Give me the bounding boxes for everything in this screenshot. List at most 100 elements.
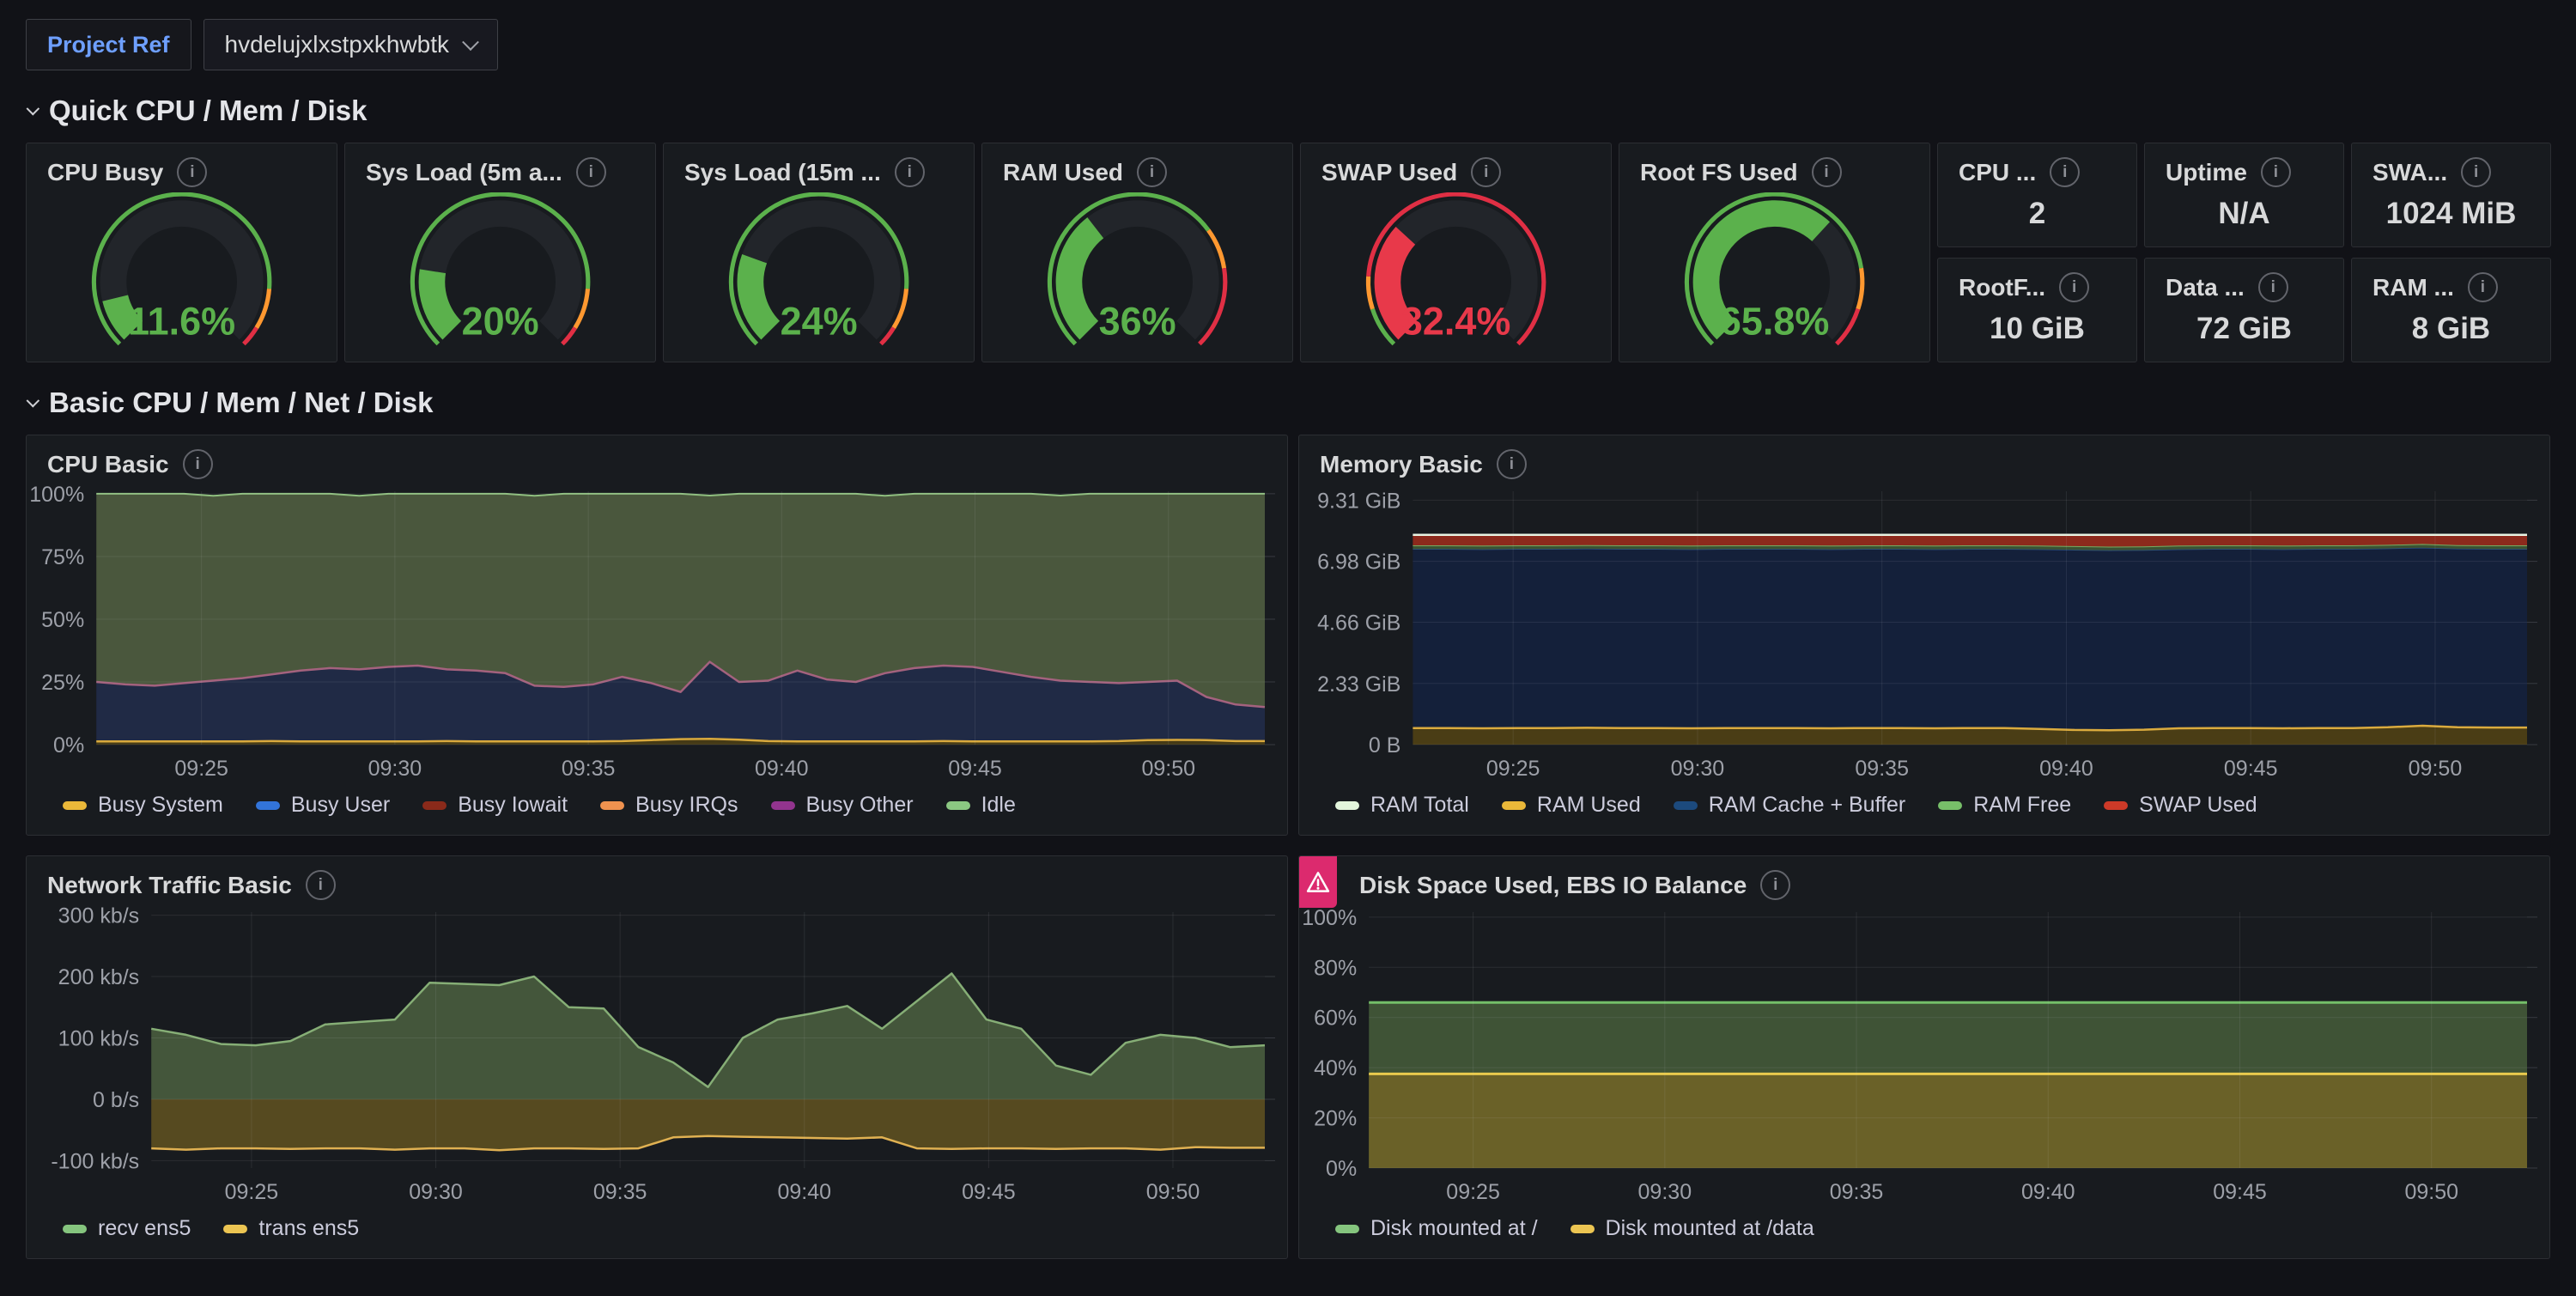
info-icon[interactable]: i: [1760, 870, 1790, 900]
info-icon[interactable]: i: [2261, 157, 2291, 187]
svg-text:200 kb/s: 200 kb/s: [58, 965, 140, 989]
legend-item-busy-iowait[interactable]: Busy Iowait: [422, 793, 568, 818]
legend-label: Busy Other: [806, 793, 914, 818]
legend-swatch: [1335, 801, 1359, 810]
svg-text:09:40: 09:40: [755, 757, 809, 781]
svg-text:100%: 100%: [1302, 906, 1357, 930]
svg-text:9.31 GiB: 9.31 GiB: [1317, 489, 1400, 513]
warning-triangle-icon: [1305, 869, 1331, 895]
chevron-down-icon: [462, 33, 479, 51]
panel-title-ram-used[interactable]: RAM Used: [1003, 159, 1123, 186]
info-icon[interactable]: i: [1471, 157, 1501, 187]
legend-item-idle[interactable]: Idle: [946, 793, 1016, 818]
panel-title-uptime[interactable]: Uptime: [2166, 159, 2247, 186]
panel-header: RAM ... i: [2352, 259, 2550, 302]
svg-text:6.98 GiB: 6.98 GiB: [1317, 551, 1400, 575]
legend-item-busy-user[interactable]: Busy User: [256, 793, 390, 818]
legend-item-disk-mounted-at[interactable]: Disk mounted at /: [1335, 1216, 1538, 1241]
alert-icon[interactable]: [1299, 856, 1337, 908]
stat-panel-rootf: RootF...i10 GiB: [1937, 258, 2137, 362]
panel-title-ram[interactable]: RAM ...: [2372, 274, 2454, 301]
svg-text:09:30: 09:30: [409, 1180, 463, 1204]
gauge-panel-swap-used: SWAP Used i 32.4%: [1300, 143, 1612, 362]
stat-value-ram: 8 GiB: [2352, 302, 2550, 362]
info-icon[interactable]: i: [1812, 157, 1842, 187]
panel-title-disk-space-used-ebs-io-balance[interactable]: Disk Space Used, EBS IO Balance: [1359, 872, 1747, 899]
panel-header: Sys Load (5m a... i: [345, 143, 655, 187]
topbar: Project Ref hvdelujxlxstpxkhwbtk: [0, 0, 2576, 70]
legend-item-ram-total[interactable]: RAM Total: [1335, 793, 1469, 818]
legend-item-swap-used[interactable]: SWAP Used: [2104, 793, 2257, 818]
chart-area-disk[interactable]: 0%20%40%60%80%100%09:2509:3009:3509:4009…: [1299, 900, 2549, 1209]
svg-text:32.4%: 32.4%: [1401, 300, 1510, 344]
chart-area-network[interactable]: -100 kb/s0 b/s100 kb/s200 kb/s300 kb/s09…: [27, 900, 1287, 1209]
panel-title-cpu-basic[interactable]: CPU Basic: [47, 451, 169, 478]
svg-text:0 b/s: 0 b/s: [93, 1088, 139, 1112]
chart-area-cpu[interactable]: 0%25%50%75%100%09:2509:3009:3509:4009:45…: [27, 479, 1287, 786]
instance-dropdown[interactable]: hvdelujxlxstpxkhwbtk: [204, 19, 498, 70]
legend-item-busy-system[interactable]: Busy System: [63, 793, 223, 818]
svg-text:36%: 36%: [1099, 300, 1176, 344]
stat-column: CPU ...i2RootF...i10 GiB: [1937, 143, 2137, 362]
info-icon[interactable]: i: [2050, 157, 2080, 187]
info-icon[interactable]: i: [2059, 272, 2089, 302]
gauge-row: CPU Busyi11.6%Sys Load (5m a...i20%Sys L…: [26, 143, 2551, 362]
stat-panel-data: Data ...i72 GiB: [2144, 258, 2344, 362]
charts-grid: CPU Basici0%25%50%75%100%09:2509:3009:35…: [26, 435, 2550, 1259]
info-icon[interactable]: i: [183, 449, 213, 479]
svg-text:0%: 0%: [1326, 1157, 1357, 1181]
section-header-basic-cpu-mem-net-disk[interactable]: Basic CPU / Mem / Net / Disk: [26, 386, 2576, 419]
panel-title-root-fs-used[interactable]: Root FS Used: [1640, 159, 1798, 186]
legend-item-disk-mounted-at-data[interactable]: Disk mounted at /data: [1571, 1216, 1814, 1241]
stat-panel-swa: SWA...i1024 MiB: [2351, 143, 2551, 247]
info-icon[interactable]: i: [1497, 449, 1527, 479]
legend-item-busy-other[interactable]: Busy Other: [771, 793, 914, 818]
svg-text:09:40: 09:40: [2039, 757, 2093, 781]
svg-text:65.8%: 65.8%: [1720, 300, 1829, 344]
svg-text:75%: 75%: [41, 545, 84, 569]
info-icon[interactable]: i: [1137, 157, 1167, 187]
legend-item-ram-free[interactable]: RAM Free: [1938, 793, 2071, 818]
panel-title-swa[interactable]: SWA...: [2372, 159, 2447, 186]
panel-header: Disk Space Used, EBS IO Balance i: [1299, 856, 2549, 900]
svg-text:40%: 40%: [1314, 1056, 1357, 1080]
info-icon[interactable]: i: [306, 870, 336, 900]
legend-item-ram-cache-buffer[interactable]: RAM Cache + Buffer: [1674, 793, 1906, 818]
gauge-panel-sys-load-15m: Sys Load (15m ... i 24%: [663, 143, 975, 362]
info-icon[interactable]: i: [2258, 272, 2288, 302]
chart-area-memory[interactable]: 0 B2.33 GiB4.66 GiB6.98 GiB9.31 GiB09:25…: [1299, 479, 2549, 786]
svg-text:09:30: 09:30: [1638, 1180, 1692, 1204]
info-icon[interactable]: i: [895, 157, 925, 187]
gauge-panel-ram-used: RAM Used i 36%: [981, 143, 1293, 362]
legend-swatch: [223, 1225, 247, 1233]
panel-title-sys-load-5m-a[interactable]: Sys Load (5m a...: [366, 159, 562, 186]
panel-title-cpu[interactable]: CPU ...: [1959, 159, 2036, 186]
gauge-cpu-busy: 11.6%: [76, 192, 287, 352]
panel-title-cpu-busy[interactable]: CPU Busy: [47, 159, 163, 186]
panel-title-network-traffic-basic[interactable]: Network Traffic Basic: [47, 872, 292, 899]
panel-title-swap-used[interactable]: SWAP Used: [1321, 159, 1457, 186]
legend-item-busy-irqs[interactable]: Busy IRQs: [600, 793, 738, 818]
panel-title-data[interactable]: Data ...: [2166, 274, 2245, 301]
chart-panel-memory: Memory Basici0 B2.33 GiB4.66 GiB6.98 GiB…: [1298, 435, 2550, 836]
legend-swatch: [946, 801, 970, 810]
info-icon[interactable]: i: [2461, 157, 2491, 187]
stat-column: UptimeiN/AData ...i72 GiB: [2144, 143, 2344, 362]
info-icon[interactable]: i: [177, 157, 207, 187]
svg-text:09:45: 09:45: [2213, 1180, 2267, 1204]
panel-title-rootf[interactable]: RootF...: [1959, 274, 2045, 301]
svg-text:09:45: 09:45: [948, 757, 1002, 781]
legend-item-trans-ens5[interactable]: trans ens5: [223, 1216, 359, 1241]
legend-memory: RAM Total RAM Used RAM Cache + Buffer RAM F…: [1299, 786, 2549, 835]
section-header-quick-cpu-mem-disk[interactable]: Quick CPU / Mem / Disk: [26, 94, 2576, 127]
panel-title-sys-load-15m[interactable]: Sys Load (15m ...: [684, 159, 881, 186]
legend-item-ram-used[interactable]: RAM Used: [1502, 793, 1641, 818]
gauge-panel-cpu-busy: CPU Busy i 11.6%: [26, 143, 337, 362]
info-icon[interactable]: i: [576, 157, 606, 187]
panel-title-memory-basic[interactable]: Memory Basic: [1320, 451, 1483, 478]
panel-header: Uptimei: [2145, 143, 2343, 187]
info-icon[interactable]: i: [2468, 272, 2498, 302]
legend-item-recv-ens5[interactable]: recv ens5: [63, 1216, 191, 1241]
svg-text:09:40: 09:40: [777, 1180, 831, 1204]
gauge-sys-load-15m: 24%: [714, 192, 924, 352]
